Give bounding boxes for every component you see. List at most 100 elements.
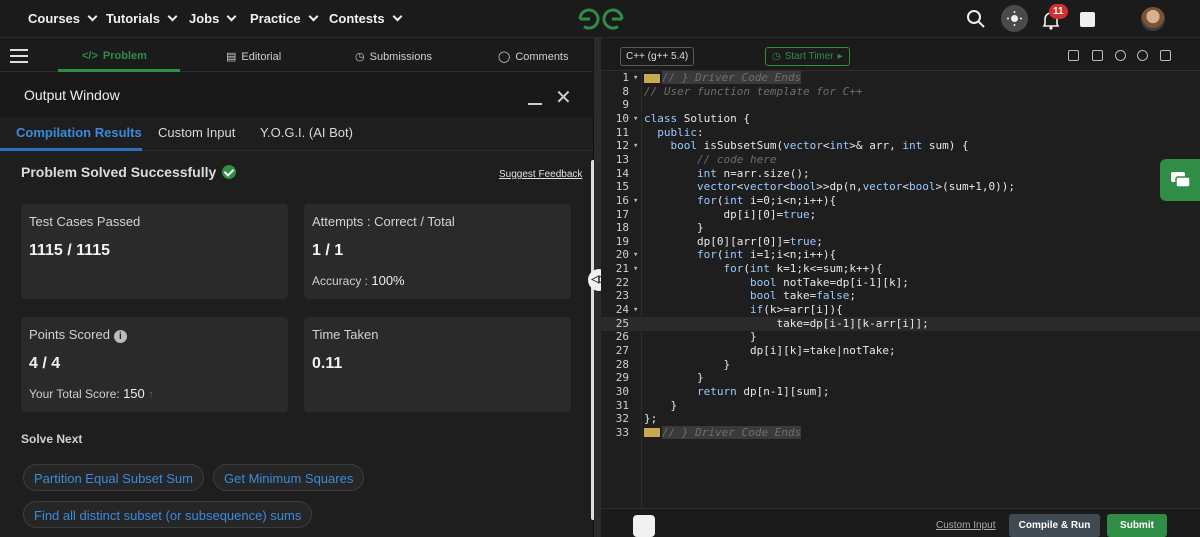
code-line[interactable]: 9 — [601, 98, 1200, 112]
solve-next-link[interactable]: Find all distinct subset (or subsequence… — [23, 501, 313, 528]
code-line[interactable]: 31 } — [601, 399, 1200, 413]
line-number: 9 — [622, 98, 629, 112]
fullscreen-icon[interactable] — [1160, 50, 1171, 61]
code-line[interactable]: 33 // } Driver Code Ends — [601, 425, 1200, 440]
tab-editorial-label: Editorial — [241, 50, 282, 63]
line-number: 24 — [615, 303, 629, 317]
code-line[interactable]: 10 ▾ class Solution { — [601, 112, 1200, 126]
line-number: 18 — [615, 221, 629, 235]
tab-custom-input[interactable]: Custom Input — [158, 125, 235, 140]
copy-icon[interactable] — [1068, 50, 1079, 61]
settings-icon[interactable] — [1115, 50, 1126, 61]
fold-icon[interactable]: ▾ — [633, 262, 638, 276]
fold-icon[interactable]: ▾ — [633, 71, 638, 85]
tab-comments[interactable]: ◯ Comments — [498, 50, 569, 64]
code-line[interactable]: 29 } — [601, 371, 1200, 385]
accuracy-value: 100% — [371, 273, 405, 288]
solve-next-link[interactable]: Partition Equal Subset Sum — [23, 464, 204, 491]
code-line[interactable]: 21 ▾ for(int k=1;k<=sum;k++){ — [601, 262, 1200, 276]
nav-contests[interactable]: Contests — [329, 11, 403, 26]
tab-compilation-results[interactable]: Compilation Results — [16, 125, 142, 140]
code-line[interactable]: 26 } — [601, 330, 1200, 344]
minimize-button[interactable] — [528, 103, 542, 105]
solve-next-link[interactable]: Get Minimum Squares — [213, 464, 365, 491]
top-navbar: Courses Tutorials Jobs Practice Contests… — [0, 0, 1200, 38]
start-timer-button[interactable]: ◷ Start Timer ▸ — [765, 47, 850, 66]
code-line[interactable]: 14 int n=arr.size(); — [601, 167, 1200, 181]
code-line[interactable]: 8 // User function template for C++ — [601, 85, 1200, 99]
line-number: 29 — [615, 371, 629, 385]
theme-toggle[interactable] — [1001, 5, 1028, 32]
code-line[interactable]: 18 } — [601, 221, 1200, 235]
code-line[interactable]: 13 // code here — [601, 153, 1200, 167]
tab-editorial[interactable]: ▤ Editorial — [226, 50, 282, 64]
reset-icon[interactable] — [1137, 50, 1148, 61]
export-icon[interactable] — [1092, 50, 1103, 61]
code-line[interactable]: 27 dp[i][k]=take|notTake; — [601, 344, 1200, 358]
editor-toolbar: C++ (g++ 5.4) ◷ Start Timer ▸ — [601, 38, 1200, 71]
compile-run-button[interactable]: Compile & Run — [1009, 514, 1100, 537]
accuracy-label: Accuracy : — [312, 274, 372, 288]
code-line[interactable]: 12 ▾ bool isSubsetSum(vector<int>& arr, i… — [601, 139, 1200, 153]
code-line[interactable]: 11 public: — [601, 126, 1200, 140]
gfg-logo[interactable] — [576, 6, 626, 32]
comment-icon: ◯ — [498, 51, 511, 63]
code-line[interactable]: 15 vector<vector<bool>>dp(n,vector<bool>… — [601, 180, 1200, 194]
code-line[interactable]: 1 ▾ // } Driver Code Ends — [601, 71, 1200, 85]
submit-button[interactable]: Submit — [1107, 514, 1167, 537]
chat-button[interactable] — [1160, 159, 1200, 201]
menu-icon[interactable] — [10, 49, 28, 63]
code-line[interactable]: 19 dp[0][arr[0]]=true; — [601, 235, 1200, 249]
avatar[interactable] — [1141, 7, 1165, 31]
tab-submissions-label: Submissions — [369, 50, 432, 63]
code-line[interactable]: 17 dp[i][0]=true; — [601, 208, 1200, 222]
code-text: if(k>=arr[i]){ — [749, 303, 843, 317]
code-line[interactable]: 28 } — [601, 358, 1200, 372]
total-score-row: Your Total Score: 150 ↑ — [29, 386, 154, 401]
code-text: // code here — [644, 152, 777, 166]
suggest-feedback-link[interactable]: Suggest Feedback — [499, 169, 582, 180]
line-number: 30 — [615, 384, 629, 398]
custom-input-link[interactable]: Custom Input — [936, 520, 995, 531]
nav-tutorials[interactable]: Tutorials — [106, 11, 178, 26]
tab-yogi-bot[interactable]: Y.O.G.I. (AI Bot) — [260, 125, 353, 140]
fold-icon[interactable]: ▾ — [633, 303, 638, 317]
code-line[interactable]: 25 take=dp[i-1][k-arr[i]]; — [601, 316, 1200, 331]
line-number: 8 — [622, 84, 629, 98]
search-icon[interactable] — [966, 9, 986, 29]
fold-icon[interactable]: ▾ — [633, 112, 638, 126]
nav-practice[interactable]: Practice — [250, 11, 319, 26]
language-label: C++ (g++ 5.4) — [626, 51, 689, 62]
fold-icon[interactable]: ▾ — [633, 194, 638, 208]
play-icon: ▸ — [837, 51, 843, 62]
code-editor[interactable]: 1 ▾ // } Driver Code Ends 8 // User function… — [601, 71, 1200, 508]
code-line[interactable]: 22 bool notTake=dp[i-1][k]; — [601, 276, 1200, 290]
tab-submissions[interactable]: ◷ Submissions — [355, 50, 432, 64]
code-line[interactable]: 20 ▾ for(int i=1;i<n;i++){ — [601, 248, 1200, 262]
lightbulb-icon[interactable] — [633, 515, 655, 537]
output-window-title: Output Window — [24, 87, 120, 103]
info-icon[interactable]: i — [113, 330, 127, 343]
fold-icon[interactable]: ▾ — [633, 248, 638, 262]
code-text: bool notTake=dp[i-1][k]; — [749, 275, 909, 289]
translate-icon[interactable] — [1080, 12, 1095, 27]
code-line[interactable]: 24 ▾ if(k>=arr[i]){ — [601, 303, 1200, 317]
nav-courses[interactable]: Courses — [28, 11, 98, 26]
code-line[interactable]: 32}; — [601, 412, 1200, 426]
chevron-down-icon — [226, 11, 237, 22]
points-value: 4 / 4 — [29, 355, 61, 372]
nav-jobs[interactable]: Jobs — [189, 11, 237, 26]
total-score-value: 150 — [123, 386, 145, 401]
tab-problem[interactable]: </> Problem — [82, 50, 147, 62]
language-select[interactable]: C++ (g++ 5.4) — [620, 47, 695, 66]
code-text: public: — [657, 125, 704, 139]
code-line[interactable]: 30 return dp[n-1][sum]; — [601, 385, 1200, 399]
tab-problem-label: Problem — [102, 50, 147, 62]
close-button[interactable]: ✕ — [555, 88, 572, 108]
code-line[interactable]: 16 ▾ for(int i=0;i<n;i++){ — [601, 194, 1200, 208]
fold-icon[interactable]: ▾ — [633, 139, 638, 153]
folded-code-marker[interactable] — [644, 428, 660, 438]
code-line[interactable]: 23 bool take=false; — [601, 289, 1200, 303]
code-text: vector<vector<bool>>dp(n,vector<bool>(su… — [696, 180, 1015, 194]
folded-code-marker[interactable] — [644, 73, 660, 83]
